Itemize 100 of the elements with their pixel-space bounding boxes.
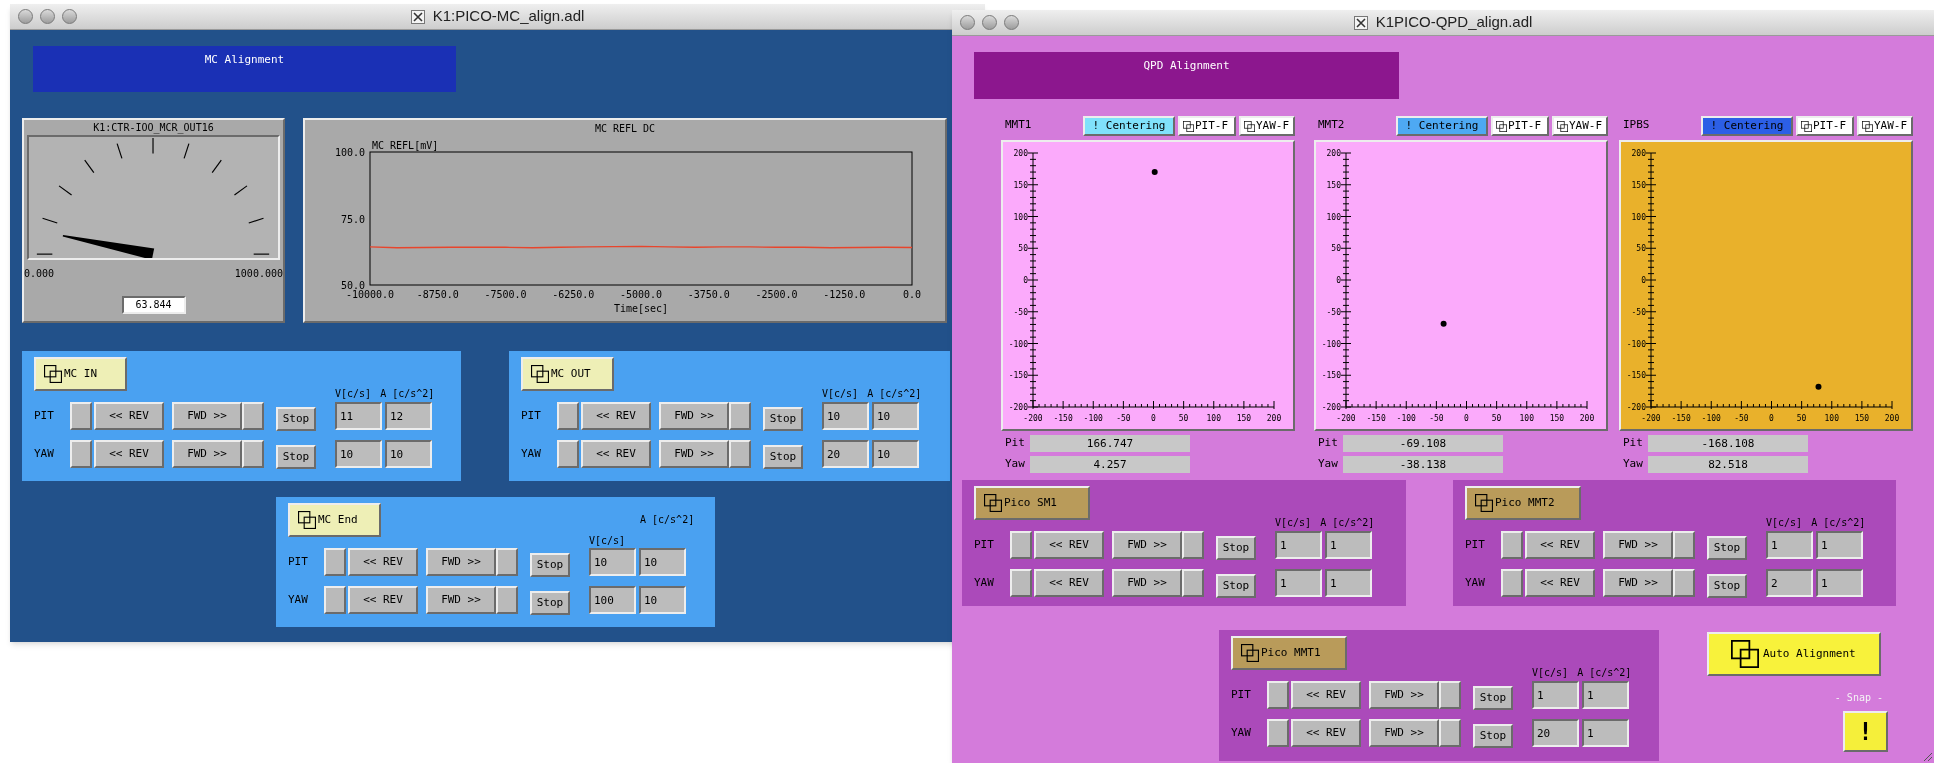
stop-button[interactable]: Stop [1216,574,1256,598]
indicator-button[interactable] [1182,569,1204,597]
forward-button[interactable]: FWD >> [659,402,729,430]
forward-button[interactable]: FWD >> [1112,531,1182,559]
indicator-button[interactable] [324,548,346,576]
velocity-field[interactable]: 2 [1766,569,1813,597]
related-display-button[interactable]: MC OUT [521,357,614,391]
indicator-button[interactable] [1010,531,1032,559]
related-display-button[interactable]: YAW-F [1552,116,1608,136]
stop-button[interactable]: Stop [763,407,803,431]
reverse-button[interactable]: << REV [581,440,651,468]
reverse-button[interactable]: << REV [1291,681,1361,709]
auto-alignment-button[interactable]: Auto Alignment [1707,632,1881,676]
acceleration-field[interactable]: 1 [1582,681,1629,709]
window-control-button[interactable] [960,15,975,30]
acceleration-field[interactable]: 1 [1325,531,1372,559]
reverse-button[interactable]: << REV [348,548,418,576]
related-display-button[interactable]: Pico MMT2 [1465,486,1581,520]
indicator-button[interactable] [496,548,518,576]
acceleration-field[interactable]: 10 [639,586,686,614]
indicator-button[interactable] [242,402,264,430]
window-control-button[interactable] [62,9,77,24]
related-display-button[interactable]: YAW-F [1239,116,1295,136]
reverse-button[interactable]: << REV [1525,569,1595,597]
acceleration-field[interactable]: 10 [639,548,686,576]
indicator-button[interactable] [70,440,92,468]
forward-button[interactable]: FWD >> [172,440,242,468]
reverse-button[interactable]: << REV [348,586,418,614]
stop-button[interactable]: Stop [1707,536,1747,560]
indicator-button[interactable] [1439,719,1461,747]
acceleration-field[interactable]: 10 [872,402,919,430]
stop-button[interactable]: Stop [530,591,570,615]
related-display-button[interactable]: PIT-F [1491,116,1549,136]
window-control-button[interactable] [40,9,55,24]
indicator-button[interactable] [242,440,264,468]
indicator-button[interactable] [1267,719,1289,747]
indicator-button[interactable] [1267,681,1289,709]
indicator-button[interactable] [1501,569,1523,597]
velocity-field[interactable]: 11 [335,402,382,430]
acceleration-field[interactable]: 10 [872,440,919,468]
related-display-button[interactable]: PIT-F [1178,116,1236,136]
indicator-button[interactable] [729,402,751,430]
reverse-button[interactable]: << REV [1034,531,1104,559]
stop-button[interactable]: Stop [763,445,803,469]
velocity-field[interactable]: 100 [589,586,636,614]
reverse-button[interactable]: << REV [581,402,651,430]
forward-button[interactable]: FWD >> [659,440,729,468]
velocity-field[interactable]: 20 [1532,719,1579,747]
reverse-button[interactable]: << REV [1525,531,1595,559]
stop-button[interactable]: Stop [1473,724,1513,748]
stop-button[interactable]: Stop [276,445,316,469]
indicator-button[interactable] [557,440,579,468]
acceleration-field[interactable]: 12 [385,402,432,430]
related-display-button[interactable]: MC IN [34,357,127,391]
velocity-field[interactable]: 1 [1532,681,1579,709]
acceleration-field[interactable]: 1 [1816,569,1863,597]
stop-button[interactable]: Stop [1473,686,1513,710]
window-control-button[interactable] [18,9,33,24]
window-control-button[interactable] [1004,15,1019,30]
forward-button[interactable]: FWD >> [172,402,242,430]
acceleration-field[interactable]: 1 [1816,531,1863,559]
velocity-field[interactable]: 10 [589,548,636,576]
reverse-button[interactable]: << REV [94,402,164,430]
centering-button[interactable]: ! Centering [1701,116,1793,136]
acceleration-field[interactable]: 10 [385,440,432,468]
related-display-button[interactable]: MC End [288,503,381,537]
related-display-button[interactable]: PIT-F [1796,116,1854,136]
forward-button[interactable]: FWD >> [1112,569,1182,597]
indicator-button[interactable] [70,402,92,430]
acceleration-field[interactable]: 1 [1582,719,1629,747]
forward-button[interactable]: FWD >> [1603,531,1673,559]
indicator-button[interactable] [557,402,579,430]
related-display-button[interactable]: Pico SM1 [974,486,1090,520]
forward-button[interactable]: FWD >> [1369,719,1439,747]
velocity-field[interactable]: 1 [1275,531,1322,559]
indicator-button[interactable] [496,586,518,614]
indicator-button[interactable] [324,586,346,614]
centering-button[interactable]: ! Centering [1083,116,1175,136]
stop-button[interactable]: Stop [1216,536,1256,560]
stop-button[interactable]: Stop [276,407,316,431]
indicator-button[interactable] [1501,531,1523,559]
indicator-button[interactable] [1673,531,1695,559]
forward-button[interactable]: FWD >> [426,548,496,576]
velocity-field[interactable]: 10 [335,440,382,468]
stop-button[interactable]: Stop [1707,574,1747,598]
velocity-field[interactable]: 20 [822,440,869,468]
indicator-button[interactable] [729,440,751,468]
related-display-button[interactable]: Pico MMT1 [1231,636,1347,670]
indicator-button[interactable] [1182,531,1204,559]
snap-button[interactable]: ! [1843,711,1888,752]
velocity-field[interactable]: 1 [1766,531,1813,559]
related-display-button[interactable]: YAW-F [1857,116,1913,136]
reverse-button[interactable]: << REV [1034,569,1104,597]
stop-button[interactable]: Stop [530,553,570,577]
velocity-field[interactable]: 10 [822,402,869,430]
indicator-button[interactable] [1010,569,1032,597]
window-control-button[interactable] [982,15,997,30]
velocity-field[interactable]: 1 [1275,569,1322,597]
forward-button[interactable]: FWD >> [1369,681,1439,709]
centering-button[interactable]: ! Centering [1396,116,1488,136]
